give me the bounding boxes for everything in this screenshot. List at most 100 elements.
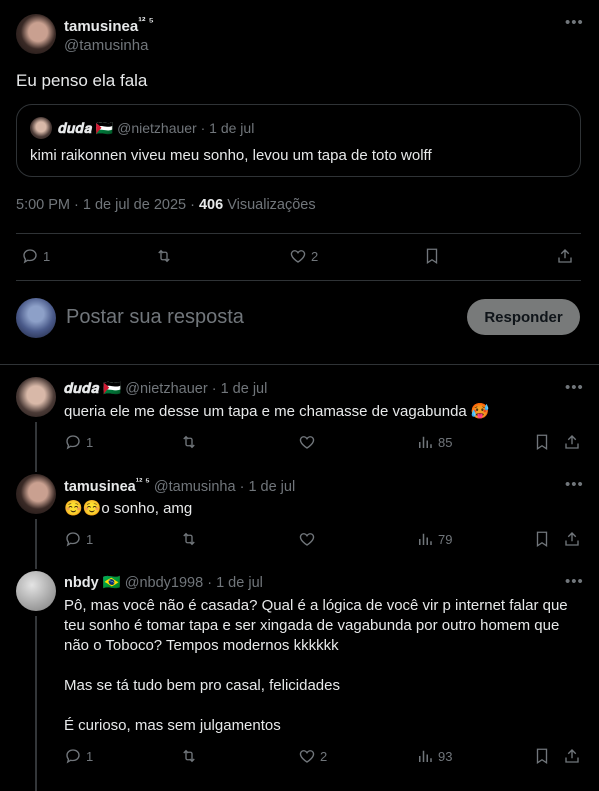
reply-button[interactable]: 1 xyxy=(64,433,93,451)
reply-count: 1 xyxy=(43,248,51,264)
reply-text-line: não o Toboco? Tempos modernos kkkkkk xyxy=(64,637,339,654)
author-name-row[interactable]: tamusinea¹² ⁵ xyxy=(64,16,154,35)
quoted-text: kimi raikonnen viveu meu sonho, levou um… xyxy=(30,147,432,164)
like-button[interactable]: 2 xyxy=(289,247,318,265)
reply-display-name[interactable]: 𝒅𝒖𝒅𝒂 xyxy=(64,381,99,397)
reply-submit-label: Responder xyxy=(484,308,563,326)
reply-avatar[interactable] xyxy=(16,571,56,611)
reply-avatar[interactable] xyxy=(16,474,56,514)
reply-submit-button[interactable]: Responder xyxy=(467,299,580,335)
thread-line xyxy=(35,422,37,472)
bookmark-icon xyxy=(533,747,551,765)
retweet-icon xyxy=(180,433,198,451)
author-display-name: tamusinea xyxy=(64,18,139,35)
author-avatar[interactable] xyxy=(16,14,56,54)
reply-icon xyxy=(21,247,39,265)
like-button[interactable] xyxy=(298,530,316,548)
analytics-icon xyxy=(416,530,434,548)
flag-icon: 🇵🇸 xyxy=(103,381,122,397)
heart-icon xyxy=(289,247,307,265)
reply-handle[interactable]: @nietzhauer xyxy=(125,381,207,397)
heart-icon xyxy=(298,433,316,451)
reply-display-name[interactable]: nbdy xyxy=(64,575,99,591)
quoted-date: 1 de jul xyxy=(209,120,255,136)
thread-line xyxy=(35,616,37,791)
reply-icon xyxy=(64,747,82,765)
views-count: 85 xyxy=(438,434,453,450)
retweet-button[interactable] xyxy=(155,247,173,265)
retweet-icon xyxy=(180,530,198,548)
flag-icon: 🇵🇸 xyxy=(95,120,114,136)
post-text: Eu penso ela fala xyxy=(16,71,148,90)
views-count: 79 xyxy=(438,531,453,547)
thread-line xyxy=(35,519,37,569)
bookmark-icon xyxy=(423,247,441,265)
analytics-icon xyxy=(416,433,434,451)
reply-date[interactable]: 1 de jul xyxy=(248,479,295,495)
post-meta: 5:00 PM · 1 de jul de 2025 · 406 Visuali… xyxy=(16,197,316,213)
like-button[interactable] xyxy=(298,433,316,451)
like-count: 2 xyxy=(320,748,328,764)
retweet-button[interactable] xyxy=(180,747,198,765)
reply-text: ☺️☺️o sonho, amg xyxy=(64,500,193,517)
author-name-suffix: ¹² ⁵ xyxy=(138,16,154,28)
reply-count: 1 xyxy=(86,748,94,764)
reply-handle[interactable]: @tamusinha xyxy=(154,479,236,495)
share-button[interactable] xyxy=(563,747,581,765)
retweet-button[interactable] xyxy=(180,530,198,548)
reply-button[interactable]: 1 xyxy=(64,747,93,765)
views-label: Visualizações xyxy=(223,197,316,213)
heart-icon xyxy=(298,530,316,548)
more-options-icon[interactable]: ••• xyxy=(565,574,584,589)
divider xyxy=(16,233,581,234)
share-button[interactable] xyxy=(563,433,581,451)
more-options-icon[interactable]: ••• xyxy=(565,477,584,492)
bookmark-button[interactable] xyxy=(533,433,551,451)
quoted-post-card[interactable]: 𝒅𝒖𝒅𝒂 🇵🇸 @nietzhauer · 1 de jul kimi raik… xyxy=(16,104,581,177)
like-button[interactable]: 2 xyxy=(298,747,327,765)
more-options-icon[interactable]: ••• xyxy=(565,15,584,30)
flag-icon: 🇧🇷 xyxy=(102,575,121,591)
post-timestamp[interactable]: 5:00 PM · 1 de jul de 2025 · xyxy=(16,197,199,213)
reply-input[interactable]: Postar sua resposta xyxy=(66,306,244,329)
analytics-icon xyxy=(416,747,434,765)
reply-count: 1 xyxy=(86,434,94,450)
reply-text-line xyxy=(64,696,568,716)
more-options-icon[interactable]: ••• xyxy=(565,380,584,395)
share-icon xyxy=(563,530,581,548)
reply-text-line xyxy=(64,656,568,676)
reply-count: 1 xyxy=(86,531,94,547)
current-user-avatar[interactable] xyxy=(16,298,56,338)
like-count: 2 xyxy=(311,248,319,264)
views-button[interactable]: 93 xyxy=(416,747,452,765)
reply-button[interactable]: 1 xyxy=(64,530,93,548)
share-icon xyxy=(563,433,581,451)
reply-text-line: Mas se tá tudo bem pro casal, felicidade… xyxy=(64,677,340,694)
reply-icon xyxy=(64,433,82,451)
retweet-icon xyxy=(180,747,198,765)
reply-avatar[interactable] xyxy=(16,377,56,417)
share-button[interactable] xyxy=(563,530,581,548)
views-button[interactable]: 79 xyxy=(416,530,452,548)
bookmark-button[interactable] xyxy=(423,247,441,265)
reply-button[interactable]: 1 xyxy=(21,247,50,265)
retweet-button[interactable] xyxy=(180,433,198,451)
bookmark-button[interactable] xyxy=(533,747,551,765)
reply-display-name[interactable]: tamusinea xyxy=(64,479,136,495)
reply-text-line: Pô, mas você não é casada? Qual é a lógi… xyxy=(64,597,568,614)
views-count: 406 xyxy=(198,197,224,213)
reply-text: Pô, mas você não é casada? Qual é a lógi… xyxy=(64,596,568,736)
reply-date[interactable]: 1 de jul xyxy=(216,575,263,591)
share-icon xyxy=(563,747,581,765)
bookmark-icon xyxy=(533,530,551,548)
reply-handle[interactable]: @nbdy1998 xyxy=(125,575,203,591)
reply-date[interactable]: 1 de jul xyxy=(221,381,268,397)
divider xyxy=(16,280,581,281)
quoted-handle: @nietzhauer xyxy=(117,120,197,136)
views-button[interactable]: 85 xyxy=(416,433,452,451)
views-count: 93 xyxy=(438,748,453,764)
author-handle[interactable]: @tamusinha xyxy=(64,37,148,54)
bookmark-button[interactable] xyxy=(533,530,551,548)
share-button[interactable] xyxy=(556,247,574,265)
reply-text-line: É curioso, mas sem julgamentos xyxy=(64,717,281,734)
